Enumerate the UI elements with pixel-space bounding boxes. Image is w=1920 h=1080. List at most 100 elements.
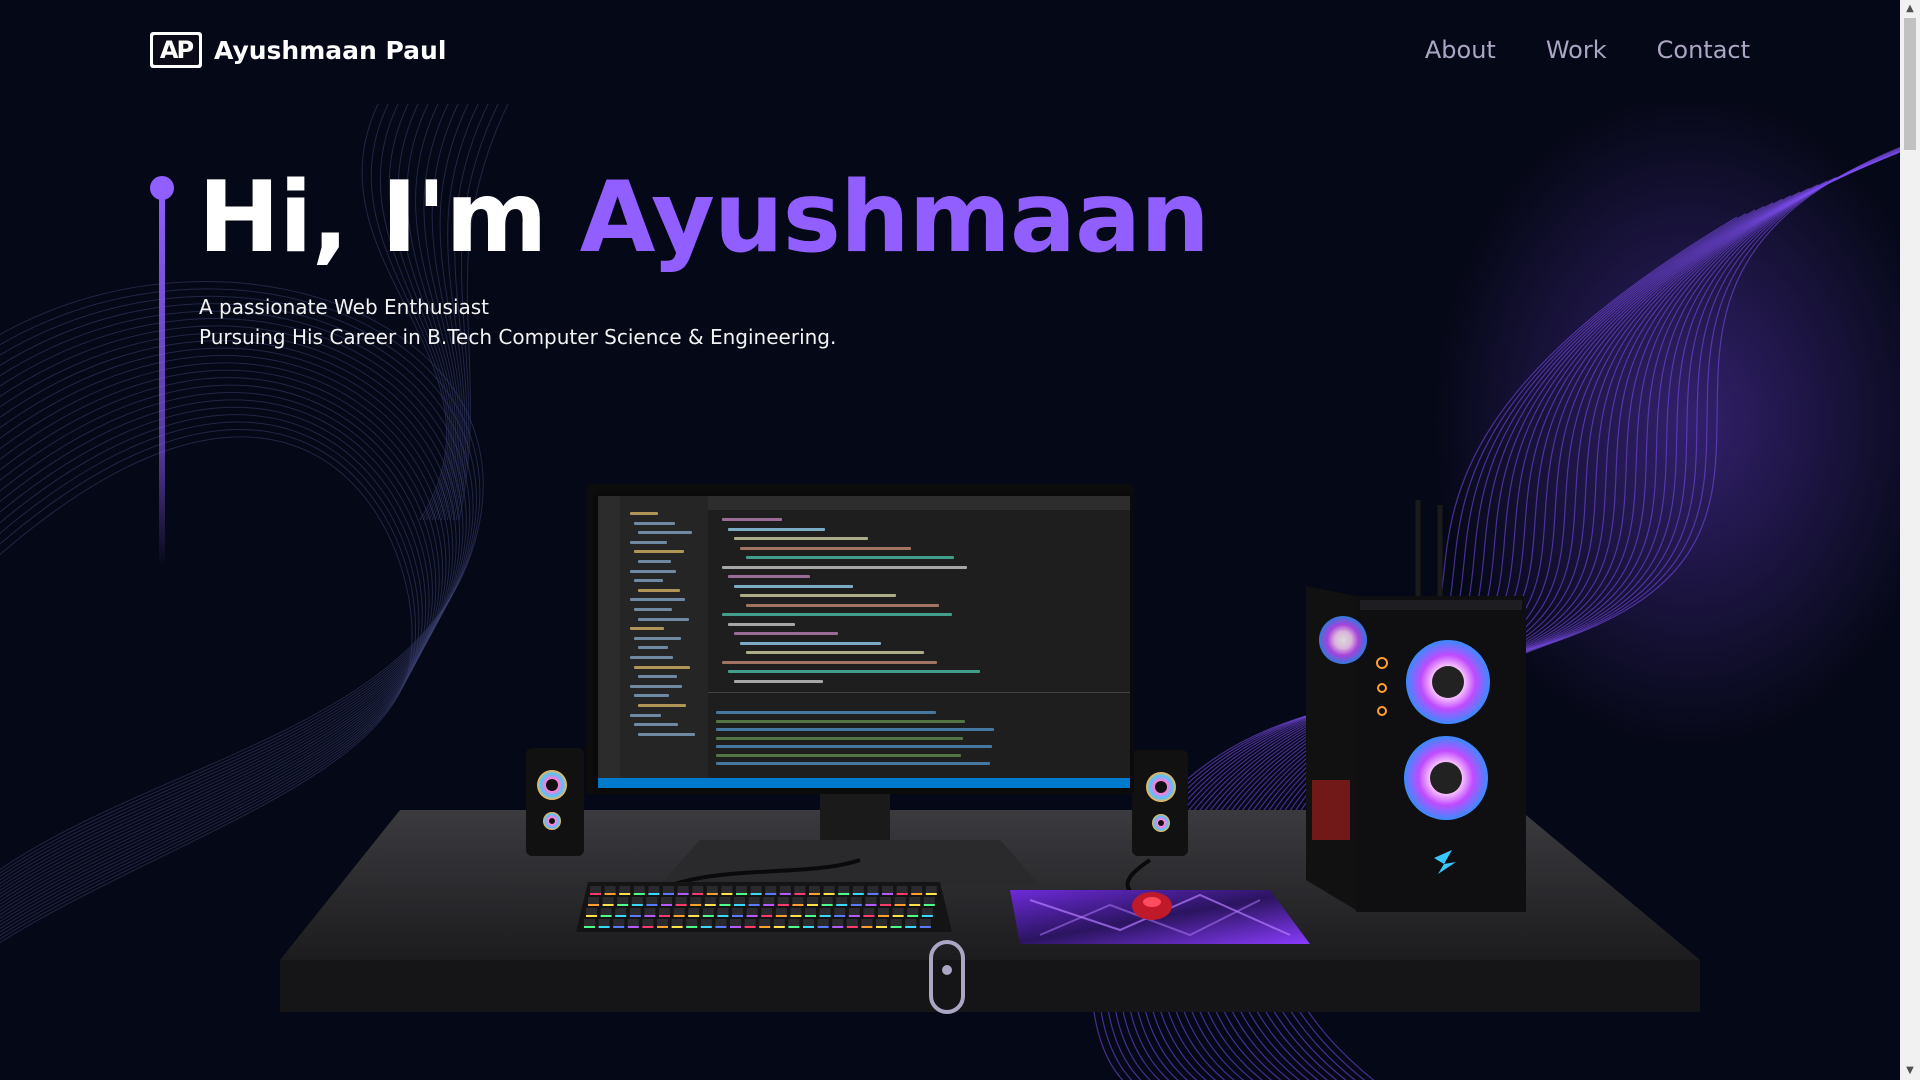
explorer-file-entry	[638, 588, 680, 592]
keyboard-key-backlight	[834, 915, 846, 917]
speaker-left	[526, 748, 584, 856]
page-scrollbar[interactable]: ▲ ▼	[1900, 0, 1920, 1080]
keyboard-key-backlight	[642, 926, 654, 928]
keyboard-key	[584, 919, 595, 927]
explorer-file-entry	[638, 560, 671, 563]
keyboard-key-backlight	[923, 904, 935, 906]
explorer-file-entry	[634, 665, 690, 669]
brand-name: Ayushmaan Paul	[214, 35, 447, 65]
keyboard-key	[923, 897, 935, 905]
code-line	[722, 565, 967, 569]
keyboard-key-backlight	[721, 893, 733, 895]
keyboard-key-backlight	[759, 926, 771, 928]
keyboard-key-backlight	[704, 904, 716, 906]
nav-link-contact[interactable]: Contact	[1657, 36, 1750, 64]
keyboard-key	[717, 908, 729, 916]
keyboard-key-backlight	[838, 893, 850, 895]
keyboard-key-backlight	[765, 893, 777, 895]
explorer-file-entry	[630, 684, 682, 688]
keyboard-key-backlight	[688, 915, 700, 917]
keyboard-key-backlight	[677, 893, 689, 895]
keyboard-key	[746, 908, 758, 916]
keyboard-key-backlight	[863, 915, 875, 917]
explorer-file-entry	[638, 675, 677, 679]
keyboard-key	[919, 919, 931, 927]
keyboard-key-backlight	[715, 926, 727, 928]
keyboard-key-backlight	[686, 926, 698, 928]
keyboard-key-backlight	[821, 904, 833, 906]
keyboard-key	[817, 919, 829, 927]
keyboard-key	[648, 886, 660, 894]
explorer-file-entry	[630, 540, 667, 544]
explorer-file-entry	[634, 521, 675, 525]
keyboard-key-backlight	[590, 893, 601, 895]
keyboard-key	[721, 886, 733, 894]
nav-link-about[interactable]: About	[1425, 36, 1496, 64]
keyboard-key-backlight	[794, 893, 806, 895]
keyboard-key-backlight	[905, 926, 917, 928]
keyboard-key	[838, 886, 850, 894]
nav-link-work[interactable]: Work	[1546, 36, 1607, 64]
keyboard-key-backlight	[890, 926, 902, 928]
keyboard-key-backlight	[809, 893, 820, 895]
explorer-file-entry	[630, 713, 661, 717]
scrollbar-thumb[interactable]	[1904, 18, 1916, 150]
keyboard-key	[761, 908, 773, 916]
explorer-file-entry	[630, 656, 673, 659]
code-line	[728, 622, 795, 626]
monitor-screen	[594, 492, 1134, 792]
keyboard-key	[657, 919, 668, 927]
explorer-file-entry	[638, 531, 692, 535]
editor-explorer-panel	[620, 496, 708, 788]
keyboard-key	[629, 908, 641, 916]
keyboard-key	[586, 908, 597, 916]
keyboard-key-backlight	[730, 926, 741, 928]
keyboard-key	[788, 919, 800, 927]
scroll-up-arrow-icon[interactable]: ▲	[1900, 0, 1920, 18]
keyboard-key-backlight	[700, 926, 712, 928]
hero-title-prefix: Hi, I'm	[198, 161, 580, 275]
keyboard-key	[790, 908, 802, 916]
keyboard-key	[836, 897, 848, 905]
keyboard-key	[602, 897, 614, 905]
keyboard-key	[803, 919, 814, 927]
code-line	[740, 594, 896, 597]
code-line	[728, 670, 980, 673]
terminal-line	[716, 736, 963, 740]
explorer-file-entry	[630, 569, 676, 573]
keyboard-key-backlight	[775, 915, 787, 917]
keyboard-key-backlight	[880, 904, 891, 906]
keyboard-key-backlight	[588, 904, 599, 906]
keyboard-key-backlight	[907, 915, 919, 917]
mouse-scroll-icon[interactable]	[929, 940, 965, 1014]
keyboard-key-backlight	[690, 904, 702, 906]
keyboard-key	[734, 897, 745, 905]
keyboard-key	[846, 919, 858, 927]
code-line	[746, 603, 939, 607]
keyboard-key	[673, 908, 685, 916]
code-line	[740, 546, 911, 550]
keyboard-key-backlight	[773, 926, 785, 928]
keyboard-key	[759, 919, 771, 927]
desk-front	[280, 960, 1700, 1012]
keyboard-key-backlight	[878, 915, 889, 917]
nav-links: About Work Contact	[1425, 36, 1750, 64]
keyboard-key	[773, 919, 785, 927]
keyboard-key	[659, 908, 670, 916]
keyboard-key	[730, 919, 741, 927]
keyboard-key-backlight	[803, 926, 814, 928]
keyboard-key-backlight	[777, 904, 789, 906]
editor-code	[708, 510, 1130, 692]
terminal-line	[716, 753, 961, 757]
keyboard-key-backlight	[633, 893, 645, 895]
keyboard-key-backlight	[629, 915, 641, 917]
keyboard-key	[675, 897, 687, 905]
explorer-file-entry	[638, 646, 668, 650]
logo-icon: AP	[150, 32, 202, 68]
scroll-indicator-dot	[942, 965, 952, 975]
navbar: AP Ayushmaan Paul About Work Contact	[0, 0, 1900, 104]
keyboard-key	[867, 886, 879, 894]
logo-link[interactable]: AP Ayushmaan Paul	[150, 32, 446, 68]
keyboard-key-backlight	[850, 904, 862, 906]
scroll-down-arrow-icon[interactable]: ▼	[1900, 1062, 1920, 1080]
